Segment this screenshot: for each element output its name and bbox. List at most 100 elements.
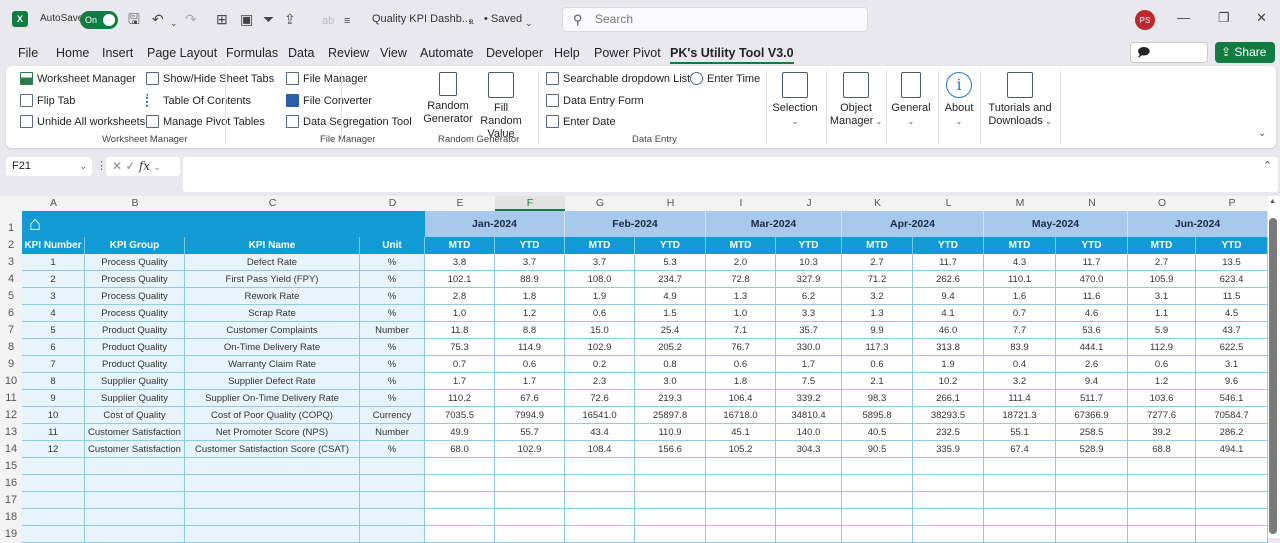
value-cell[interactable]: 10.3 [776,254,842,271]
kpi-name-cell[interactable]: Defect Rate [185,254,360,271]
insert-function-icon[interactable]: fx [139,159,150,173]
row-header-4[interactable]: 4 [0,271,22,288]
column-header-A[interactable]: A [22,196,85,211]
value-cell[interactable]: 55.7 [495,424,565,441]
value-cell[interactable]: 103.6 [1128,390,1196,407]
value-cell[interactable] [776,458,842,475]
tutorials-and-downloads-button[interactable]: Tutorials and Downloads ⌄ [984,72,1056,128]
file-manager-button[interactable]: File Manager [286,72,367,85]
value-cell[interactable] [425,492,495,509]
value-cell[interactable] [1056,509,1128,526]
value-cell[interactable] [984,526,1056,543]
value-cell[interactable]: 18721.3 [984,407,1056,424]
collapse-ribbon-icon[interactable]: ⌄ [1258,128,1266,139]
value-cell[interactable]: 111.4 [984,390,1056,407]
undo-dropdown-icon[interactable]: ⌄ [170,14,178,32]
avatar[interactable]: PS [1135,10,1155,30]
share-workbook-icon[interactable]: ⇪ [284,10,296,28]
undo-icon[interactable]: ↶ [152,10,164,28]
value-cell[interactable] [1128,475,1196,492]
kpi-number-cell[interactable]: 5 [22,322,85,339]
value-cell[interactable]: 1.7 [776,356,842,373]
enter-date-button[interactable]: Enter Date [546,115,616,128]
autosave-toggle[interactable]: On [80,11,118,29]
kpi-name-cell[interactable]: First Pass Yield (FPY) [185,271,360,288]
value-cell[interactable] [495,458,565,475]
column-header-K[interactable]: K [842,196,913,211]
kpi-number-cell[interactable] [22,526,85,543]
share-button[interactable]: ⇪ Share ⌄ [1215,42,1275,80]
value-cell[interactable] [495,526,565,543]
value-cell[interactable]: 105.2 [706,441,776,458]
kpi-name-cell[interactable] [185,526,360,543]
value-cell[interactable]: 15.0 [565,322,635,339]
column-header-P[interactable]: P [1196,196,1268,211]
value-cell[interactable] [984,475,1056,492]
value-cell[interactable] [984,509,1056,526]
value-cell[interactable] [842,492,913,509]
tab-home[interactable]: Home [56,46,89,60]
kpi-group-cell[interactable]: Supplier Quality [85,390,185,407]
value-cell[interactable] [425,509,495,526]
scrollbar-thumb[interactable] [1269,218,1277,534]
kpi-group-cell[interactable]: Product Quality [85,339,185,356]
value-cell[interactable]: 3.3 [776,305,842,322]
value-cell[interactable]: 444.1 [1056,339,1128,356]
value-cell[interactable] [984,458,1056,475]
value-cell[interactable]: 219.3 [635,390,706,407]
kpi-number-cell[interactable] [22,458,85,475]
value-cell[interactable]: 9.4 [913,288,984,305]
about-button[interactable]: i About ⌄ [940,72,978,128]
row-header-11[interactable]: 11 [0,390,22,407]
data-segregation-tool-button[interactable]: Data Segregation Tool [286,115,412,128]
value-cell[interactable]: 34810.4 [776,407,842,424]
flip-tab-button[interactable]: Flip Tab [20,94,75,107]
general-button[interactable]: General ⌄ [890,72,932,128]
restore-icon[interactable]: ❐ [1218,10,1230,26]
value-cell[interactable]: 0.6 [1128,356,1196,373]
value-cell[interactable]: 75.3 [425,339,495,356]
value-cell[interactable] [565,509,635,526]
value-cell[interactable] [1128,526,1196,543]
value-cell[interactable] [776,492,842,509]
column-header-N[interactable]: N [1056,196,1128,211]
value-cell[interactable]: 7.7 [984,322,1056,339]
value-cell[interactable] [1196,475,1268,492]
value-cell[interactable]: 0.4 [984,356,1056,373]
value-cell[interactable]: 46.0 [913,322,984,339]
column-header-G[interactable]: G [565,196,635,211]
tab-power-pivot[interactable]: Power Pivot [594,46,661,60]
value-cell[interactable]: 5.9 [1128,322,1196,339]
column-header-O[interactable]: O [1128,196,1196,211]
value-cell[interactable]: 53.6 [1056,322,1128,339]
unit-cell[interactable]: % [360,254,425,271]
tab-automate[interactable]: Automate [420,46,474,60]
tab-help[interactable]: Help [554,46,580,60]
kpi-number-cell[interactable]: 1 [22,254,85,271]
value-cell[interactable]: 70584.7 [1196,407,1268,424]
manage-pivot-tables-button[interactable]: Manage Pivot Tables [146,115,265,128]
tab-insert[interactable]: Insert [102,46,133,60]
value-cell[interactable] [565,458,635,475]
value-cell[interactable]: 7.1 [706,322,776,339]
value-cell[interactable]: 98.3 [842,390,913,407]
tab-data[interactable]: Data [288,46,314,60]
row-header-19[interactable]: 19 [0,526,22,543]
random-generator-button[interactable]: Random Generator [420,72,476,126]
kpi-group-cell[interactable] [85,526,185,543]
value-cell[interactable] [1056,458,1128,475]
kpi-group-cell[interactable] [85,492,185,509]
value-cell[interactable] [842,458,913,475]
value-cell[interactable]: 102.9 [565,339,635,356]
value-cell[interactable]: 470.0 [1056,271,1128,288]
kpi-number-cell[interactable]: 10 [22,407,85,424]
value-cell[interactable]: 68.0 [425,441,495,458]
value-cell[interactable]: 16718.0 [706,407,776,424]
picture-icon[interactable]: ▣ [240,10,253,28]
tab-review[interactable]: Review [328,46,369,60]
value-cell[interactable] [565,475,635,492]
value-cell[interactable]: 16541.0 [565,407,635,424]
value-cell[interactable]: 110.2 [425,390,495,407]
saved-status[interactable]: • Saved [484,13,522,25]
value-cell[interactable]: 49.9 [425,424,495,441]
